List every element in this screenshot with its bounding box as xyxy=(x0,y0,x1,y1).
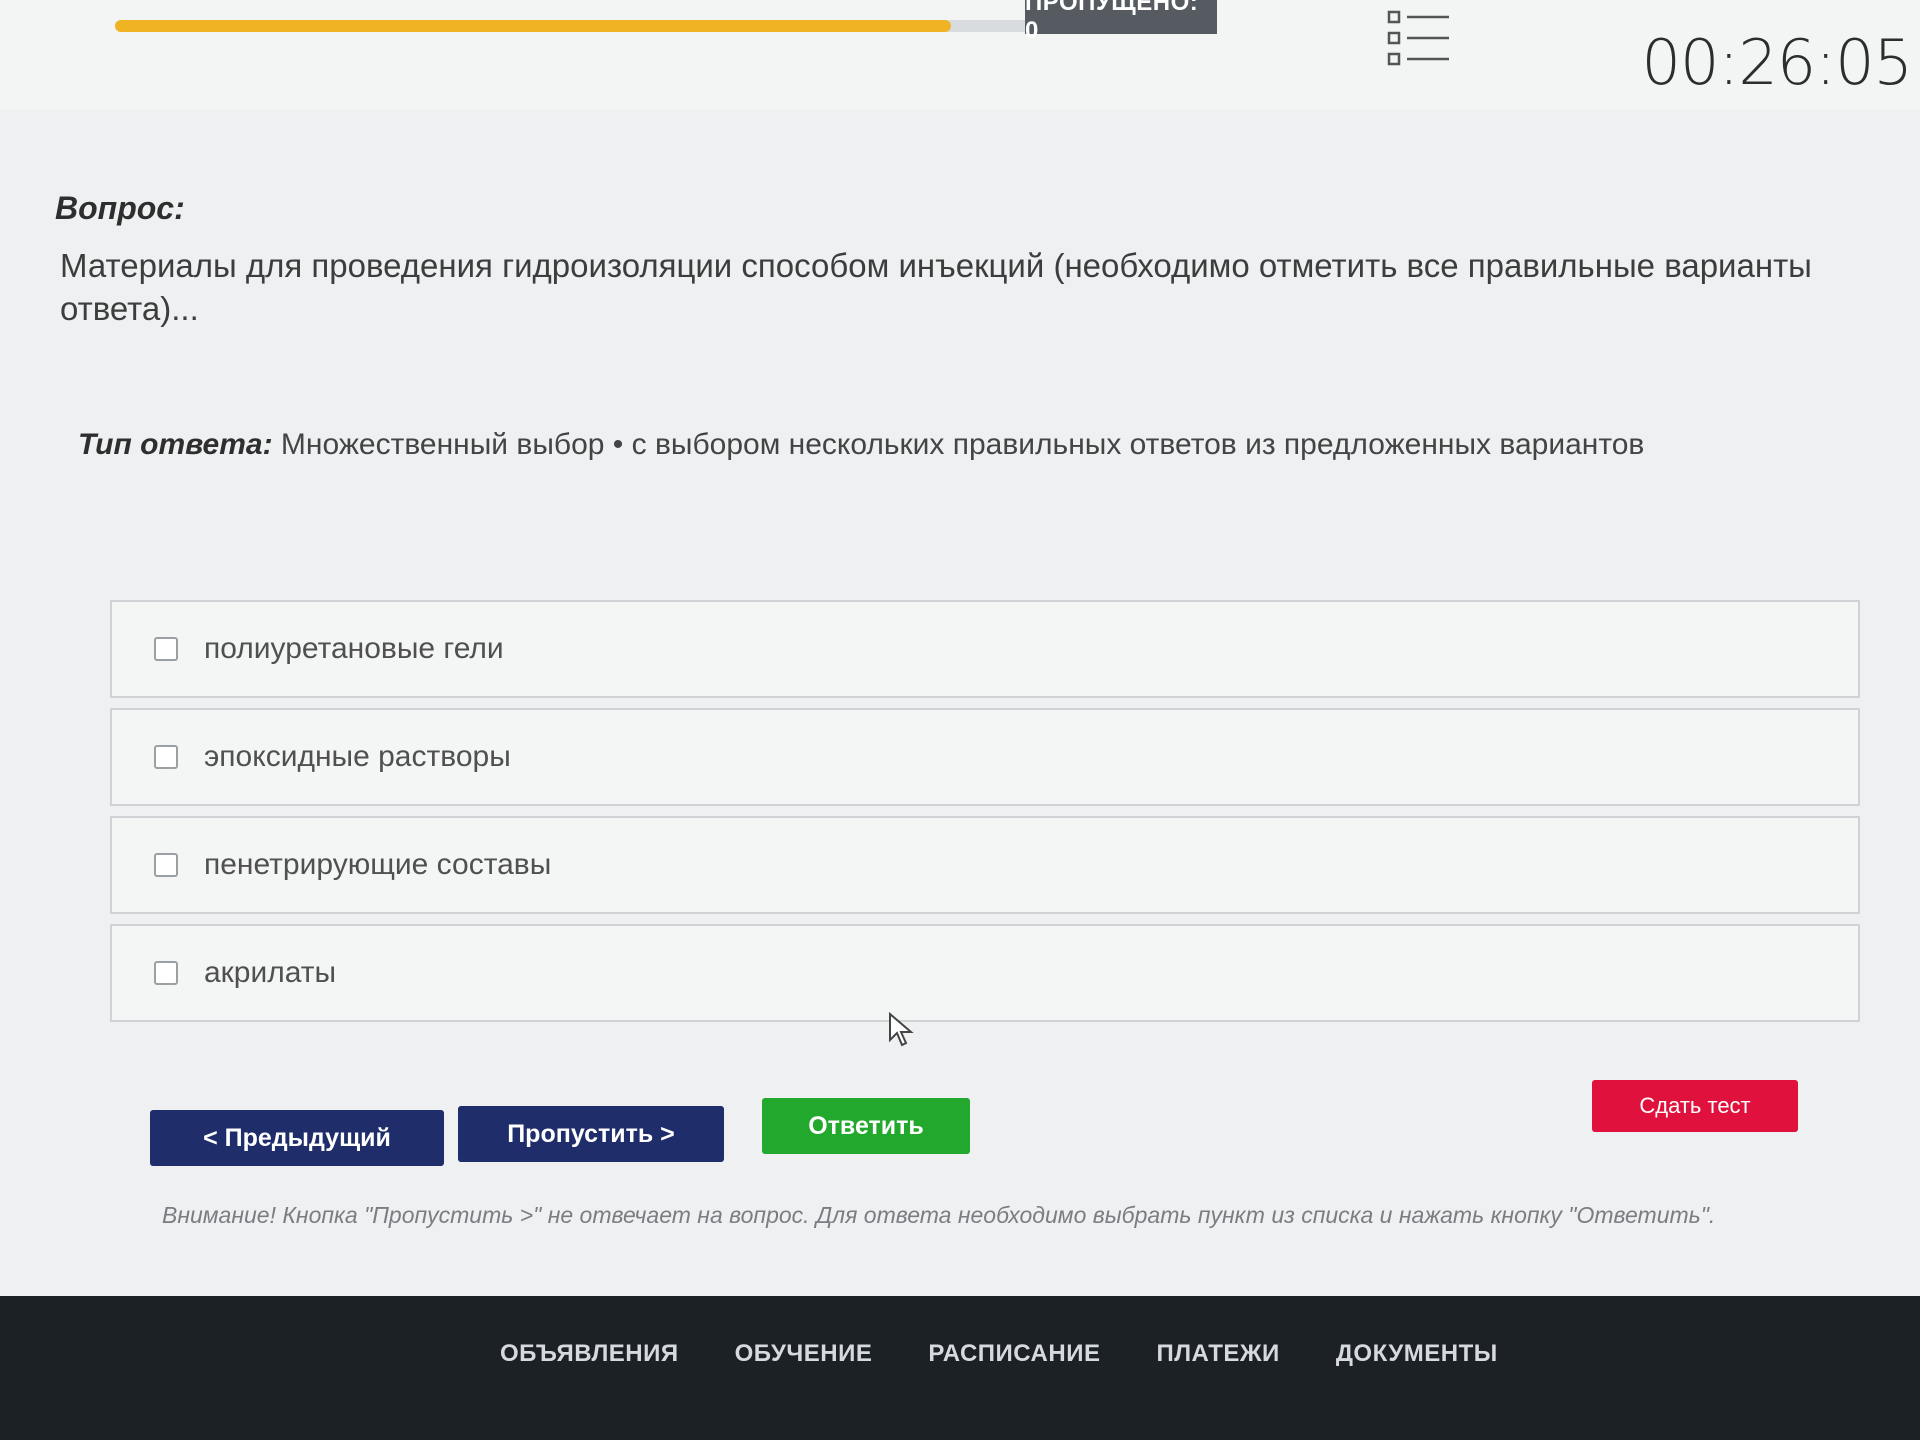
skipped-counter-badge: ПРОПУЩЕНО: 0 xyxy=(1025,0,1217,44)
option-checkbox[interactable] xyxy=(154,637,178,661)
option-checkbox[interactable] xyxy=(154,745,178,769)
option-label: полиуретановые гели xyxy=(204,632,504,665)
answer-type-label: Тип ответа: xyxy=(78,428,273,461)
submit-test-button[interactable]: Сдать тест xyxy=(1592,1080,1798,1132)
footer-nav-schedule[interactable]: РАСПИСАНИЕ xyxy=(928,1340,1100,1368)
option-label: акрилаты xyxy=(204,956,337,989)
previous-button[interactable]: < Предыдущий xyxy=(150,1110,444,1166)
option-label: эпоксидные растворы xyxy=(204,740,511,773)
skip-notice: Внимание! Кнопка "Пропустить >" не отвеч… xyxy=(162,1202,1716,1228)
question-label: Вопрос: xyxy=(55,190,185,226)
question-text: Материалы для проведения гидроизоляции с… xyxy=(60,247,1812,327)
top-bar: ПРОПУЩЕНО: 0 00:26:05 xyxy=(0,0,1920,110)
footer-nav-learning[interactable]: ОБУЧЕНИЕ xyxy=(735,1340,873,1368)
footer-nav-announcements[interactable]: ОБЪЯВЛЕНИЯ xyxy=(500,1340,679,1368)
footer-nav-payments[interactable]: ПЛАТЕЖИ xyxy=(1156,1340,1279,1368)
answer-option[interactable]: пенетрирующие составы xyxy=(110,816,1860,914)
timer: 00:26:05 xyxy=(1641,26,1913,99)
footer-nav: ОБЪЯВЛЕНИЯ ОБУЧЕНИЕ РАСПИСАНИЕ ПЛАТЕЖИ Д… xyxy=(500,1340,1498,1368)
footer: ОБЪЯВЛЕНИЯ ОБУЧЕНИЕ РАСПИСАНИЕ ПЛАТЕЖИ Д… xyxy=(0,1296,1920,1440)
answer-option[interactable]: полиуретановые гели xyxy=(110,600,1860,698)
answer-options: полиуретановые гели эпоксидные растворы … xyxy=(110,600,1860,1032)
answer-option[interactable]: эпоксидные растворы xyxy=(110,708,1860,806)
option-label: пенетрирующие составы xyxy=(204,848,552,881)
option-checkbox[interactable] xyxy=(154,853,178,877)
list-icon[interactable] xyxy=(1385,8,1453,68)
progress-bar-fill xyxy=(115,20,951,32)
skip-button[interactable]: Пропустить > xyxy=(458,1106,724,1162)
answer-type: Тип ответа: Множественный выбор • с выбо… xyxy=(78,428,1878,462)
answer-option[interactable]: акрилаты xyxy=(110,924,1860,1022)
footer-nav-documents[interactable]: ДОКУМЕНТЫ xyxy=(1336,1340,1498,1368)
option-checkbox[interactable] xyxy=(154,961,178,985)
answer-button[interactable]: Ответить xyxy=(762,1098,970,1154)
mouse-cursor-icon xyxy=(889,1012,914,1047)
answer-type-value: Множественный выбор • с выбором нескольк… xyxy=(280,428,1645,461)
